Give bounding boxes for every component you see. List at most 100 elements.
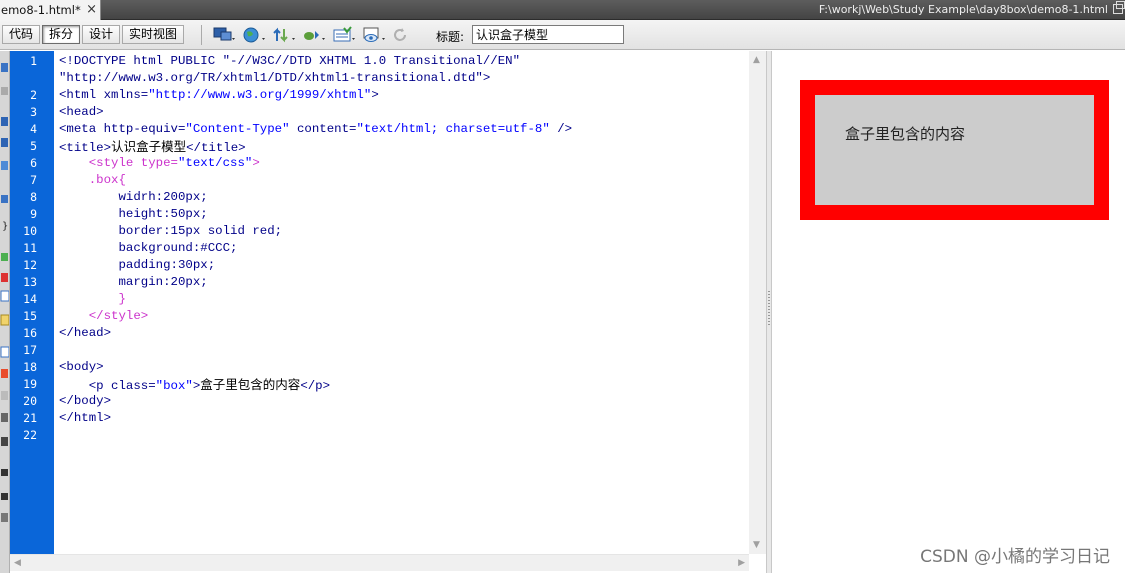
code-token: "box"	[155, 379, 193, 393]
title-bar: emo8-1.html* × F:\workj\Web\Study Exampl…	[0, 0, 1125, 20]
line-number: 13	[23, 275, 37, 289]
code-token: </title>	[186, 141, 246, 155]
globe-preview-icon[interactable]	[242, 25, 272, 45]
code-token: border:15px solid red;	[118, 224, 283, 238]
line-number: 18	[23, 360, 37, 374]
code-token: </p>	[300, 379, 331, 393]
title-label: 标题:	[436, 30, 465, 44]
code-vertical-scrollbar[interactable]: ▲ ▼	[749, 51, 766, 554]
code-token: content=	[289, 122, 357, 136]
code-token: />	[549, 122, 573, 136]
code-token: <title>	[59, 141, 112, 155]
document-tab[interactable]: emo8-1.html* ×	[0, 0, 101, 20]
design-view-button[interactable]: 设计	[82, 25, 121, 44]
code-token: margin:20px;	[118, 275, 208, 289]
line-number: 21	[23, 411, 37, 425]
debug-browser-icon[interactable]	[302, 25, 332, 45]
code-token: </style>	[88, 309, 149, 323]
line-number: 6	[30, 156, 37, 170]
scroll-left-icon[interactable]: ◀	[14, 558, 21, 568]
code-token: padding:30px;	[118, 258, 216, 272]
design-view[interactable]: 盒子里包含的内容 CSDN @小橘的学习日记	[772, 51, 1125, 573]
code-token: "text/html; charset=utf-8"	[356, 122, 550, 136]
svg-text:}: }	[2, 221, 8, 232]
line-number: 2	[30, 88, 37, 102]
code-horizontal-scrollbar[interactable]: ◀ ▶	[10, 554, 749, 571]
toolbar-separator	[201, 25, 202, 45]
line-number: 10	[23, 224, 37, 238]
visual-aids-icon[interactable]	[332, 25, 362, 45]
line-number: 11	[23, 241, 37, 255]
code-token: height:50px;	[118, 207, 208, 221]
code-line: <head>	[59, 104, 104, 121]
line-number: 12	[23, 258, 37, 272]
code-token: "Content-Type"	[185, 122, 290, 136]
code-token: <style type=	[88, 156, 178, 170]
close-tab-icon[interactable]: ×	[86, 1, 97, 18]
file-path: F:\workj\Web\Study Example\day8box\demo8…	[818, 3, 1108, 16]
code-token: "http://www.w3.org/1999/xhtml"	[148, 88, 372, 102]
code-token: <body>	[59, 360, 104, 374]
restore-window-icon[interactable]	[1113, 1, 1125, 14]
code-line: </body>	[59, 393, 111, 410]
splitter-grip-icon[interactable]	[768, 291, 770, 327]
line-number: 4	[30, 122, 37, 136]
split-view-button[interactable]: 拆分	[42, 25, 81, 44]
code-token: "http://www.w3.org/TR/xhtml1/DTD/xhtml1-…	[59, 71, 491, 85]
document-title-input[interactable]	[472, 25, 624, 44]
code-token: background:#CCC;	[118, 241, 238, 255]
toolbar-icons	[212, 25, 422, 45]
code-line: <!DOCTYPE html PUBLIC "-//W3C//DTD XHTML…	[59, 53, 520, 70]
code-token: <html xmlns=	[59, 88, 149, 102]
line-number: 14	[23, 292, 37, 306]
code-line: <body>	[59, 359, 104, 376]
line-number: 19	[23, 377, 37, 391]
code-line: <html xmlns="http://www.w3.org/1999/xhtm…	[59, 87, 379, 104]
view-options-icon[interactable]	[362, 25, 392, 45]
code-token: <head>	[59, 105, 104, 119]
code-token: >	[252, 156, 260, 170]
code-token: >	[371, 88, 379, 102]
document-toolbar: 代码 拆分 设计 实时视图 标题:	[0, 20, 1125, 50]
code-line: margin:20px;	[59, 274, 208, 291]
line-number: 8	[30, 190, 37, 204]
code-token: }	[118, 292, 126, 306]
code-line: <style type="text/css">	[59, 155, 260, 172]
line-number: 7	[30, 173, 37, 187]
live-view-button[interactable]: 实时视图	[122, 25, 185, 44]
code-token: 认识盒子模型	[111, 139, 187, 154]
code-token: <!DOCTYPE html PUBLIC "-//W3C//DTD XHTML…	[59, 54, 521, 68]
code-line: </html>	[59, 410, 111, 427]
line-number: 17	[23, 343, 37, 357]
code-line: </head>	[59, 325, 111, 342]
coding-toolbar: }	[0, 51, 10, 573]
code-line: padding:30px;	[59, 257, 216, 274]
scroll-up-icon[interactable]: ▲	[753, 55, 760, 65]
code-line: "http://www.w3.org/TR/xhtml1/DTD/xhtml1-…	[59, 70, 490, 87]
document-tab-label: emo8-1.html*	[1, 3, 81, 17]
code-line: </style>	[59, 308, 149, 325]
view-switcher: 代码 拆分 设计 实时视图	[2, 25, 186, 44]
line-number: 9	[30, 207, 37, 221]
code-view-button[interactable]: 代码	[2, 25, 41, 44]
line-number: 22	[23, 428, 37, 442]
line-number-gutter: 1 2 3 4 5 6 7 8 9 10 11 12 13 14 15 16 1…	[10, 51, 54, 554]
coding-toolbar-icons[interactable]: }	[0, 51, 10, 573]
code-line: <meta http-equiv="Content-Type" content=…	[59, 121, 572, 138]
code-line: }	[59, 291, 126, 308]
code-token: 盒子里包含的内容	[200, 377, 301, 392]
code-token: <meta http-equiv=	[59, 122, 186, 136]
line-number: 1	[30, 54, 37, 68]
scroll-right-icon[interactable]: ▶	[738, 558, 745, 568]
code-token: .box{	[88, 173, 126, 187]
code-token: <p class=	[88, 379, 156, 393]
box-element-preview[interactable]: 盒子里包含的内容	[800, 80, 1109, 220]
refresh-icon[interactable]	[392, 25, 422, 45]
file-transfer-icon[interactable]	[272, 25, 302, 45]
multiscreen-icon[interactable]	[212, 25, 242, 45]
scroll-down-icon[interactable]: ▼	[753, 540, 760, 550]
line-number: 5	[30, 139, 37, 153]
code-line: .box{	[59, 172, 126, 189]
code-editor[interactable]: <!DOCTYPE html PUBLIC "-//W3C//DTD XHTML…	[54, 51, 749, 554]
code-token: "text/css"	[177, 156, 253, 170]
